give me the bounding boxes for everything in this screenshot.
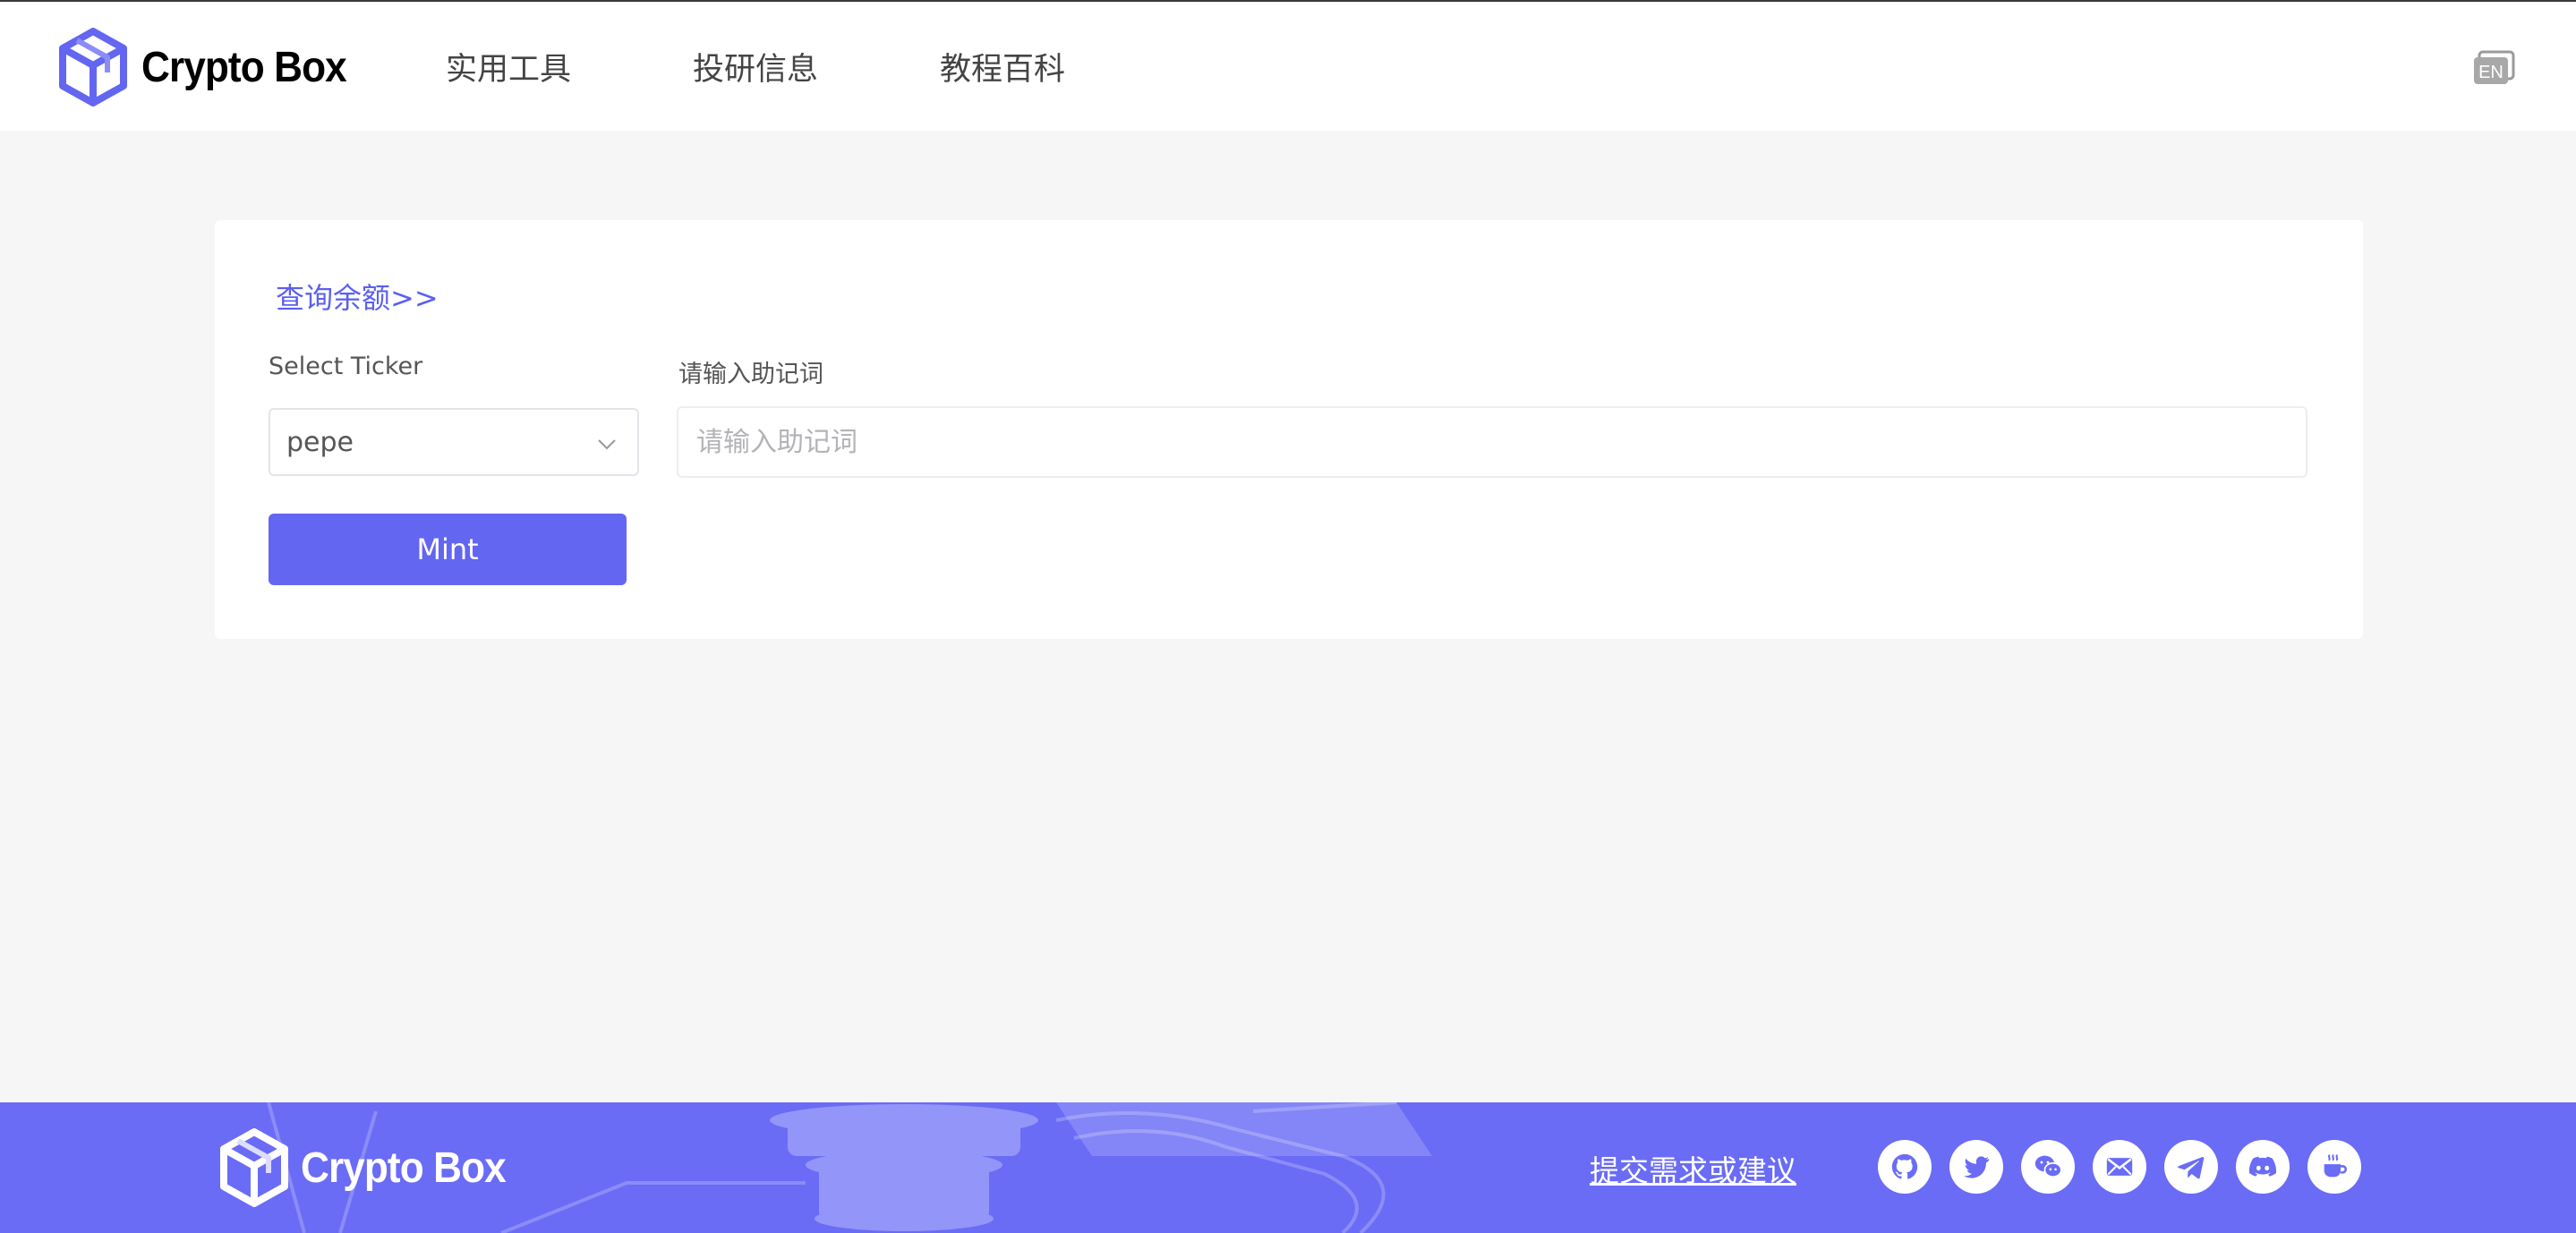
nav-item-research[interactable]: 投研信息 [693,44,818,89]
brand-logo[interactable]: Crypto Box [59,27,364,107]
mnemonic-input[interactable] [677,406,2307,478]
feedback-link[interactable]: 提交需求或建议 [1590,1147,1796,1190]
discord-link[interactable] [2236,1140,2290,1194]
discord-icon [2248,1156,2277,1177]
top-header: Crypto Box 实用工具 投研信息 教程百科 EN [0,2,2576,131]
footer: Crypto Box 提交需求或建议 [0,1102,2576,1233]
footer-brand-logo[interactable]: Crypto Box [220,1126,524,1210]
coffee-icon [2324,1154,2348,1178]
telegram-link[interactable] [2164,1140,2218,1194]
mint-form-card: 查询余额>> Select Ticker 请输入助记词 pepe Mint [215,220,2363,639]
main-nav: 实用工具 投研信息 教程百科 [446,2,1187,131]
wechat-icon [2034,1155,2062,1178]
chevron-down-icon [598,439,616,450]
nav-item-tutorials[interactable]: 教程百科 [940,44,1065,89]
ticker-selected-value: pepe [286,426,354,458]
brand-name: Crypto Box [141,43,347,91]
mint-button[interactable]: Mint [269,514,627,585]
en-language-icon[interactable]: EN [2472,50,2517,88]
twitter-link[interactable] [1949,1140,2003,1194]
github-icon [1891,1153,1918,1179]
ticker-select[interactable]: pepe [269,408,639,476]
wechat-link[interactable] [2021,1140,2075,1194]
telegram-icon [2178,1156,2205,1179]
nav-item-tools[interactable]: 实用工具 [446,44,571,89]
buy-coffee-link[interactable] [2307,1140,2361,1194]
mail-icon [2106,1158,2133,1176]
check-balance-link[interactable]: 查询余额>> [276,276,439,317]
mnemonic-label: 请输入助记词 [678,361,823,388]
github-link[interactable] [1878,1140,1932,1194]
cube-logo-icon [59,28,127,106]
social-links [1878,1140,2379,1195]
cube-logo-icon [220,1128,288,1207]
ticker-label: Select Ticker [269,353,423,380]
footer-brand-name: Crypto Box [301,1144,507,1192]
language-label: EN [2478,63,2503,82]
mail-link[interactable] [2093,1140,2146,1194]
twitter-icon [1963,1156,1990,1178]
